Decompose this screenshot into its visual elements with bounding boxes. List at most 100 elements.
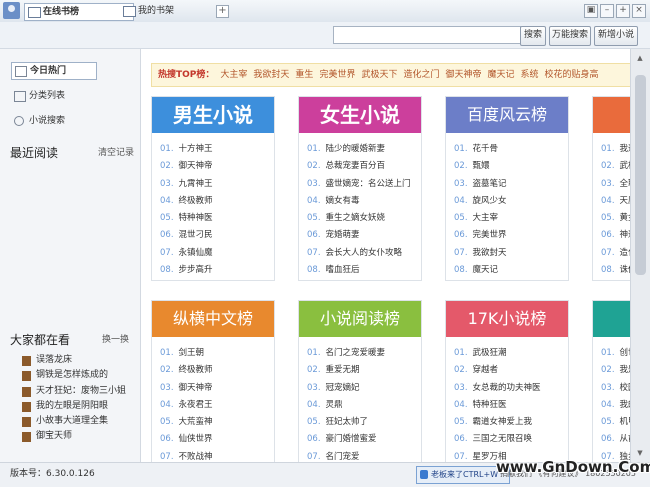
- list-item[interactable]: 我的左眼是阴阳眼: [22, 399, 136, 414]
- list-item[interactable]: 04. 永夜君王: [160, 397, 274, 414]
- list-item[interactable]: 04. 旋风少女: [454, 193, 568, 210]
- sidebar-item-novel-search[interactable]: 小说搜索: [11, 113, 65, 129]
- list-item[interactable]: 03. 御天神帝: [160, 380, 274, 397]
- list-item[interactable]: 07. 名门宠爱: [307, 449, 421, 462]
- scroll-up-icon[interactable]: ▲: [634, 53, 646, 63]
- hot-keyword[interactable]: 我欲封天: [253, 70, 289, 80]
- hot-keyword[interactable]: 造化之门: [403, 70, 439, 80]
- hot-keyword[interactable]: 魔天记: [488, 70, 515, 80]
- list-item[interactable]: 04. 灵鼎: [307, 397, 421, 414]
- tab-online-rankings[interactable]: 在线书榜: [24, 3, 134, 21]
- list-item[interactable]: 03. 冠宠嫡妃: [307, 380, 421, 397]
- add-novel-button[interactable]: 新增小说: [594, 26, 638, 46]
- list-item[interactable]: 07. 我欲封天: [454, 245, 568, 262]
- list-item[interactable]: 01. 剑王朝: [160, 345, 274, 362]
- card-title[interactable]: 小说阅读榜: [299, 301, 421, 337]
- list-item[interactable]: 03. 全职: [601, 176, 630, 193]
- list-item[interactable]: 06. 豪门婚憎蜜爱: [307, 431, 421, 448]
- list-item[interactable]: 02. 穿越者: [454, 362, 568, 379]
- list-item[interactable]: 钢铁是怎样炼成的: [22, 368, 136, 383]
- vertical-scrollbar[interactable]: ▲ ▼: [630, 49, 650, 462]
- hot-keyword[interactable]: 完美世界: [319, 70, 355, 80]
- list-item[interactable]: 05. 大主宰: [454, 210, 568, 227]
- list-item[interactable]: 01. 创世: [601, 345, 630, 362]
- card-title[interactable]: 创世: [593, 301, 630, 337]
- list-item[interactable]: 05. 特种神医: [160, 210, 274, 227]
- card-title[interactable]: 女生小说: [299, 97, 421, 133]
- list-item[interactable]: 03. 盛世嫡宠：名公送上门: [307, 176, 421, 193]
- card-title[interactable]: 17K小说榜: [446, 301, 568, 337]
- list-item[interactable]: 03. 女总裁的功夫神医: [454, 380, 568, 397]
- list-item[interactable]: 08. 魔天记: [454, 262, 568, 279]
- search-button[interactable]: 搜索: [520, 26, 546, 46]
- list-item[interactable]: 02. 武极: [601, 158, 630, 175]
- minimize-button[interactable]: –: [600, 4, 614, 18]
- card-title[interactable]: 起点: [593, 97, 630, 133]
- list-item[interactable]: 06. 仙侠世界: [160, 431, 274, 448]
- hot-keyword[interactable]: 重生: [295, 70, 313, 80]
- list-item[interactable]: 02. 甄嬛: [454, 158, 568, 175]
- hot-keyword[interactable]: 校花的贴身高: [545, 70, 599, 80]
- list-item[interactable]: 03. 九霄神王: [160, 176, 274, 193]
- search-input[interactable]: [333, 26, 521, 44]
- list-item[interactable]: 02. 总裁宠妻百分百: [307, 158, 421, 175]
- list-item[interactable]: 07. 永镇仙魔: [160, 245, 274, 262]
- user-avatar-icon[interactable]: [3, 2, 20, 19]
- maximize-button[interactable]: +: [616, 4, 630, 18]
- list-item[interactable]: 04. 天庭: [601, 193, 630, 210]
- list-item[interactable]: 02. 御天神帝: [160, 158, 274, 175]
- card-title[interactable]: 纵横中文榜: [152, 301, 274, 337]
- list-item[interactable]: 05. 大荒蛮神: [160, 414, 274, 431]
- list-item[interactable]: 06. 混世刁民: [160, 227, 274, 244]
- scroll-thumb[interactable]: [635, 75, 646, 275]
- card-title[interactable]: 百度风云榜: [446, 97, 568, 133]
- list-item[interactable]: 04. 终极教师: [160, 193, 274, 210]
- list-item[interactable]: 02. 重爱无期: [307, 362, 421, 379]
- clear-history-link[interactable]: 清空记录: [98, 145, 134, 158]
- list-item[interactable]: 08. 步步高升: [160, 262, 274, 279]
- list-item[interactable]: 06. 完美世界: [454, 227, 568, 244]
- hot-keyword[interactable]: 系统: [521, 70, 539, 80]
- list-item[interactable]: 04. 我的: [601, 397, 630, 414]
- sidebar-item-today-hot[interactable]: 今日热门: [11, 62, 97, 80]
- list-item[interactable]: 01. 我道: [601, 141, 630, 158]
- refresh-list-link[interactable]: 换一换: [102, 332, 129, 345]
- list-item[interactable]: 07. 造化: [601, 245, 630, 262]
- list-item[interactable]: 06. 神道: [601, 227, 630, 244]
- list-item[interactable]: 07. 不败战神: [160, 449, 274, 462]
- list-item[interactable]: 02. 我是: [601, 362, 630, 379]
- list-item[interactable]: 06. 从前: [601, 431, 630, 448]
- list-item[interactable]: 06. 三国之无限召唤: [454, 431, 568, 448]
- hot-keyword[interactable]: 大主宰: [220, 70, 247, 80]
- list-item[interactable]: 03. 校园: [601, 380, 630, 397]
- card-title[interactable]: 男生小说: [152, 97, 274, 133]
- list-item[interactable]: 01. 陆少的暖婚新妻: [307, 141, 421, 158]
- list-item[interactable]: 天才狂妃：废物三小姐: [22, 384, 136, 399]
- list-item[interactable]: 05. 霸道女神爱上我: [454, 414, 568, 431]
- list-item[interactable]: 08. 嗜血狂后: [307, 262, 421, 279]
- skin-button[interactable]: ▣: [584, 4, 598, 18]
- hot-keyword[interactable]: 武极天下: [361, 70, 397, 80]
- tab-my-bookshelf[interactable]: 我的书架: [120, 3, 218, 19]
- universal-search-button[interactable]: 万能搜索: [549, 26, 591, 46]
- list-item[interactable]: 小故事大道理全集: [22, 414, 136, 429]
- sidebar-item-categories[interactable]: 分类列表: [11, 88, 65, 104]
- list-item[interactable]: 03. 盗墓笔记: [454, 176, 568, 193]
- list-item[interactable]: 01. 十方神王: [160, 141, 274, 158]
- list-item[interactable]: 01. 名门之宠爱暖妻: [307, 345, 421, 362]
- list-item[interactable]: 01. 武极狂潮: [454, 345, 568, 362]
- add-tab-button[interactable]: +: [216, 5, 229, 18]
- hot-keyword[interactable]: 御天神帝: [445, 70, 481, 80]
- list-item[interactable]: 05. 机甲: [601, 414, 630, 431]
- list-item[interactable]: 08. 诛仙: [601, 262, 630, 279]
- list-item[interactable]: 04. 特种狂医: [454, 397, 568, 414]
- scroll-down-icon[interactable]: ▼: [634, 448, 646, 458]
- list-item[interactable]: 御宝天师: [22, 429, 136, 444]
- list-item[interactable]: 01. 花千骨: [454, 141, 568, 158]
- list-item[interactable]: 04. 嫡女有毒: [307, 193, 421, 210]
- list-item[interactable]: 05. 狂妃太帅了: [307, 414, 421, 431]
- close-button[interactable]: ×: [632, 4, 646, 18]
- list-item[interactable]: 06. 宠婚萌妻: [307, 227, 421, 244]
- list-item[interactable]: 误落龙床: [22, 353, 136, 368]
- list-item[interactable]: 05. 黄金: [601, 210, 630, 227]
